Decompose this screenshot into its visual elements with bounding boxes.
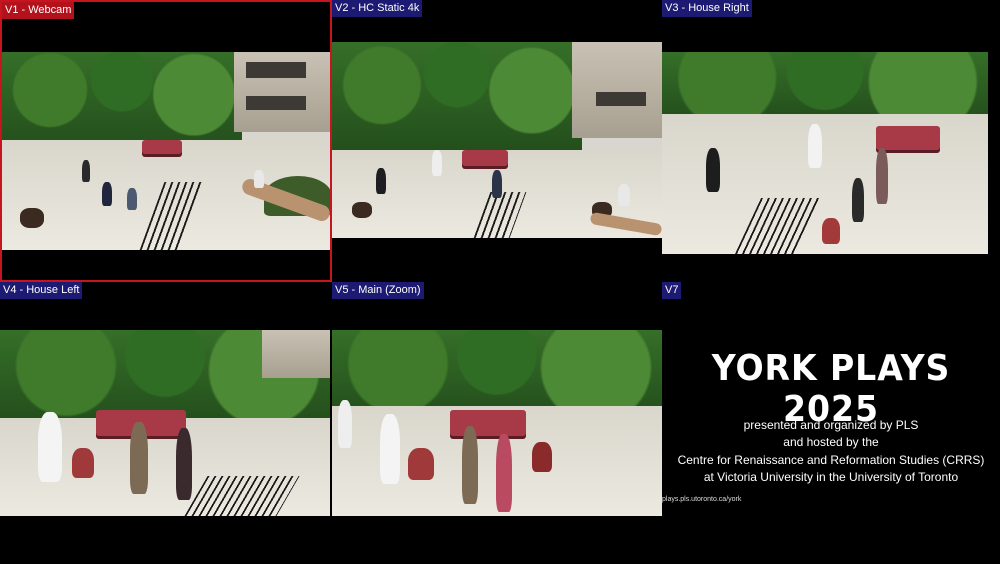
title-card-line-2: and hosted by the [783, 435, 879, 449]
video-feed-webcam [2, 52, 330, 250]
tile-label-v1: V1 - Webcam [2, 2, 75, 19]
video-tile-v4[interactable]: V4 - House Left [0, 282, 332, 564]
video-tile-v3[interactable]: V3 - House Right [662, 0, 1000, 282]
tile-label-v3: V3 - House Right [662, 0, 752, 17]
title-card-url: plays.pls.utoronto.ca/york [662, 496, 742, 503]
video-feed-house-left [0, 330, 330, 516]
video-tile-v7[interactable]: V7 YORK PLAYS 2025 presented and organiz… [662, 282, 1000, 564]
video-tile-v5[interactable]: V5 - Main (Zoom) [332, 282, 662, 564]
video-tile-v1[interactable]: V1 - Webcam [0, 0, 332, 282]
video-feed-hc-static [332, 42, 662, 238]
title-card-line-4: at Victoria University in the University… [703, 470, 959, 484]
tile-label-v4: V4 - House Left [0, 282, 83, 299]
title-card: YORK PLAYS 2025 presented and organized … [662, 282, 1000, 564]
tile-label-v2: V2 - HC Static 4k [332, 0, 423, 17]
tile-label-v5: V5 - Main (Zoom) [332, 282, 424, 299]
video-feed-house-right [662, 52, 988, 254]
title-card-line-3: Centre for Renaissance and Reformation S… [677, 453, 985, 467]
title-card-line-1: presented and organized by PLS [743, 418, 919, 432]
video-feed-main-zoom [332, 330, 662, 516]
tile-label-v7: V7 [662, 282, 682, 299]
video-tile-v2[interactable]: V2 - HC Static 4k [332, 0, 662, 282]
